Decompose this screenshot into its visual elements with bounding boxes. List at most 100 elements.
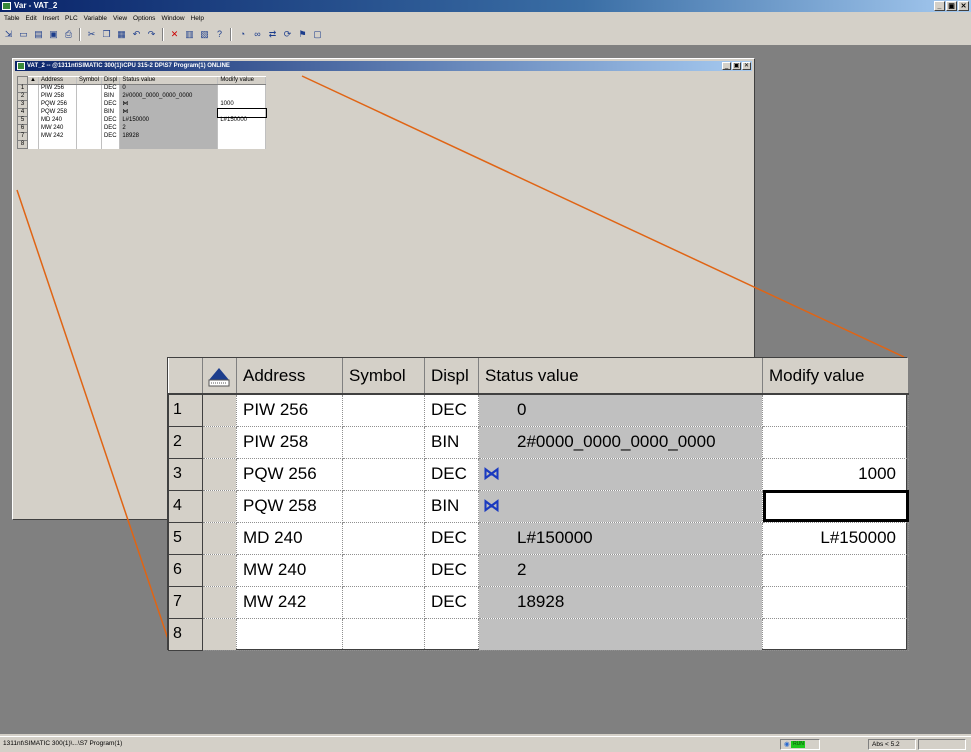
- monitor-icon[interactable]: ▥: [183, 28, 196, 41]
- address-cell[interactable]: PQW 258: [236, 490, 343, 523]
- address-cell[interactable]: MD 240: [236, 522, 343, 555]
- display-format-cell[interactable]: BIN: [101, 108, 121, 117]
- modify-values-icon[interactable]: ⇄: [266, 28, 279, 41]
- update-icon[interactable]: ⟳: [281, 28, 294, 41]
- modify-value-cell[interactable]: 1000: [762, 458, 909, 491]
- address-cell[interactable]: PIW 256: [38, 84, 77, 93]
- symbol-cell[interactable]: [76, 140, 102, 149]
- address-cell[interactable]: [236, 618, 343, 651]
- paste-icon[interactable]: ▦: [115, 28, 128, 41]
- address-cell[interactable]: MW 240: [236, 554, 343, 587]
- row-number[interactable]: 4: [17, 108, 28, 117]
- row-flag-cell[interactable]: [202, 586, 237, 619]
- table-row[interactable]: 3 PQW 256 DEC ⋈ 1000: [17, 100, 267, 109]
- display-format-cell[interactable]: [424, 618, 479, 651]
- modify-value-cell[interactable]: L#150000: [217, 116, 267, 125]
- menu-help[interactable]: Help: [191, 13, 204, 24]
- row-flag-cell[interactable]: [27, 100, 39, 109]
- row-flag-cell[interactable]: [27, 108, 39, 117]
- trigger-icon[interactable]: ◔: [236, 28, 249, 41]
- redo-icon[interactable]: ↷: [145, 28, 158, 41]
- column-display-header[interactable]: Displ: [424, 358, 479, 395]
- symbol-cell[interactable]: [76, 92, 102, 101]
- address-cell[interactable]: MW 240: [38, 124, 77, 133]
- row-number[interactable]: 1: [17, 84, 28, 93]
- address-cell[interactable]: PIW 256: [236, 394, 343, 427]
- cut-icon[interactable]: ✂: [85, 28, 98, 41]
- close-button[interactable]: ✕: [958, 1, 969, 11]
- pin-icon[interactable]: ⇲: [2, 28, 15, 41]
- address-cell[interactable]: PQW 256: [236, 458, 343, 491]
- row-flag-cell[interactable]: [202, 458, 237, 491]
- stop-icon[interactable]: ▢: [311, 28, 324, 41]
- row-number[interactable]: 3: [168, 457, 203, 491]
- row-number[interactable]: 7: [168, 585, 203, 619]
- symbol-cell[interactable]: [76, 132, 102, 141]
- symbol-cell[interactable]: [76, 100, 102, 109]
- column-flag-header[interactable]: [202, 358, 237, 395]
- row-flag-cell[interactable]: [202, 426, 237, 459]
- row-number[interactable]: 3: [17, 100, 28, 109]
- display-format-cell[interactable]: DEC: [424, 554, 479, 587]
- delete-icon[interactable]: ✕: [168, 28, 181, 41]
- display-format-cell[interactable]: DEC: [101, 116, 121, 125]
- symbol-cell[interactable]: [76, 116, 102, 125]
- row-flag-cell[interactable]: [27, 92, 39, 101]
- table-row[interactable]: 3 PQW 256 DEC ⋈ 1000: [168, 457, 909, 491]
- address-cell[interactable]: MD 240: [38, 116, 77, 125]
- symbol-cell[interactable]: [342, 618, 425, 651]
- column-status-header[interactable]: Status value: [478, 358, 763, 395]
- glasses-icon[interactable]: ∞: [251, 28, 264, 41]
- table-row[interactable]: 4 PQW 258 BIN ⋈: [168, 489, 909, 523]
- app-title-bar[interactable]: Var - VAT_2 _ ▣ ✕: [0, 0, 971, 12]
- symbol-cell[interactable]: [342, 522, 425, 555]
- display-format-cell[interactable]: BIN: [101, 92, 121, 101]
- display-format-cell[interactable]: BIN: [424, 426, 479, 459]
- child-minimize-button[interactable]: _: [722, 62, 731, 70]
- copy-icon[interactable]: ❐: [100, 28, 113, 41]
- address-cell[interactable]: PQW 256: [38, 100, 77, 109]
- address-cell[interactable]: [38, 140, 77, 149]
- child-close-button[interactable]: ✕: [742, 62, 751, 70]
- display-format-cell[interactable]: BIN: [424, 490, 479, 523]
- menu-view[interactable]: View: [113, 13, 127, 24]
- print-icon[interactable]: ⎙: [62, 28, 75, 41]
- row-flag-cell[interactable]: [202, 554, 237, 587]
- new-icon[interactable]: ▭: [17, 28, 30, 41]
- open-icon[interactable]: ▤: [32, 28, 45, 41]
- modify-value-cell[interactable]: [217, 140, 267, 149]
- address-cell[interactable]: PQW 258: [38, 108, 77, 117]
- modify-value-cell[interactable]: [216, 107, 267, 118]
- display-format-cell[interactable]: DEC: [424, 394, 479, 427]
- address-cell[interactable]: MW 242: [236, 586, 343, 619]
- row-number[interactable]: 2: [17, 92, 28, 101]
- display-format-cell[interactable]: DEC: [101, 124, 121, 133]
- address-cell[interactable]: MW 242: [38, 132, 77, 141]
- menu-table[interactable]: Table: [4, 13, 20, 24]
- undo-icon[interactable]: ↶: [130, 28, 143, 41]
- column-display-header[interactable]: Displ: [101, 76, 121, 85]
- display-format-cell[interactable]: DEC: [101, 132, 121, 141]
- symbol-cell[interactable]: [342, 554, 425, 587]
- row-number[interactable]: 5: [168, 521, 203, 555]
- table-row[interactable]: 8: [168, 617, 909, 651]
- column-address-header[interactable]: Address: [236, 358, 343, 395]
- display-format-cell[interactable]: DEC: [424, 522, 479, 555]
- menu-variable[interactable]: Variable: [84, 13, 107, 24]
- row-flag-cell[interactable]: [27, 124, 39, 133]
- modify-value-cell[interactable]: [217, 84, 267, 93]
- modify-value-cell[interactable]: L#150000: [762, 522, 909, 555]
- table-row[interactable]: 8: [17, 140, 267, 149]
- table-row[interactable]: 1 PIW 256 DEC 0: [168, 393, 909, 427]
- table-row[interactable]: 4 PQW 258 BIN ⋈: [17, 107, 267, 118]
- symbol-cell[interactable]: [342, 490, 425, 523]
- modify-value-cell[interactable]: [217, 124, 267, 133]
- column-modify-header[interactable]: Modify value: [217, 76, 267, 85]
- menu-plc[interactable]: PLC: [65, 13, 78, 24]
- column-status-header[interactable]: Status value: [119, 76, 219, 85]
- column-address-header[interactable]: Address: [38, 76, 77, 85]
- row-flag-cell[interactable]: [27, 132, 39, 141]
- column-modify-header[interactable]: Modify value: [762, 358, 909, 395]
- modify-value-cell[interactable]: [217, 92, 267, 101]
- save-icon[interactable]: ▣: [47, 28, 60, 41]
